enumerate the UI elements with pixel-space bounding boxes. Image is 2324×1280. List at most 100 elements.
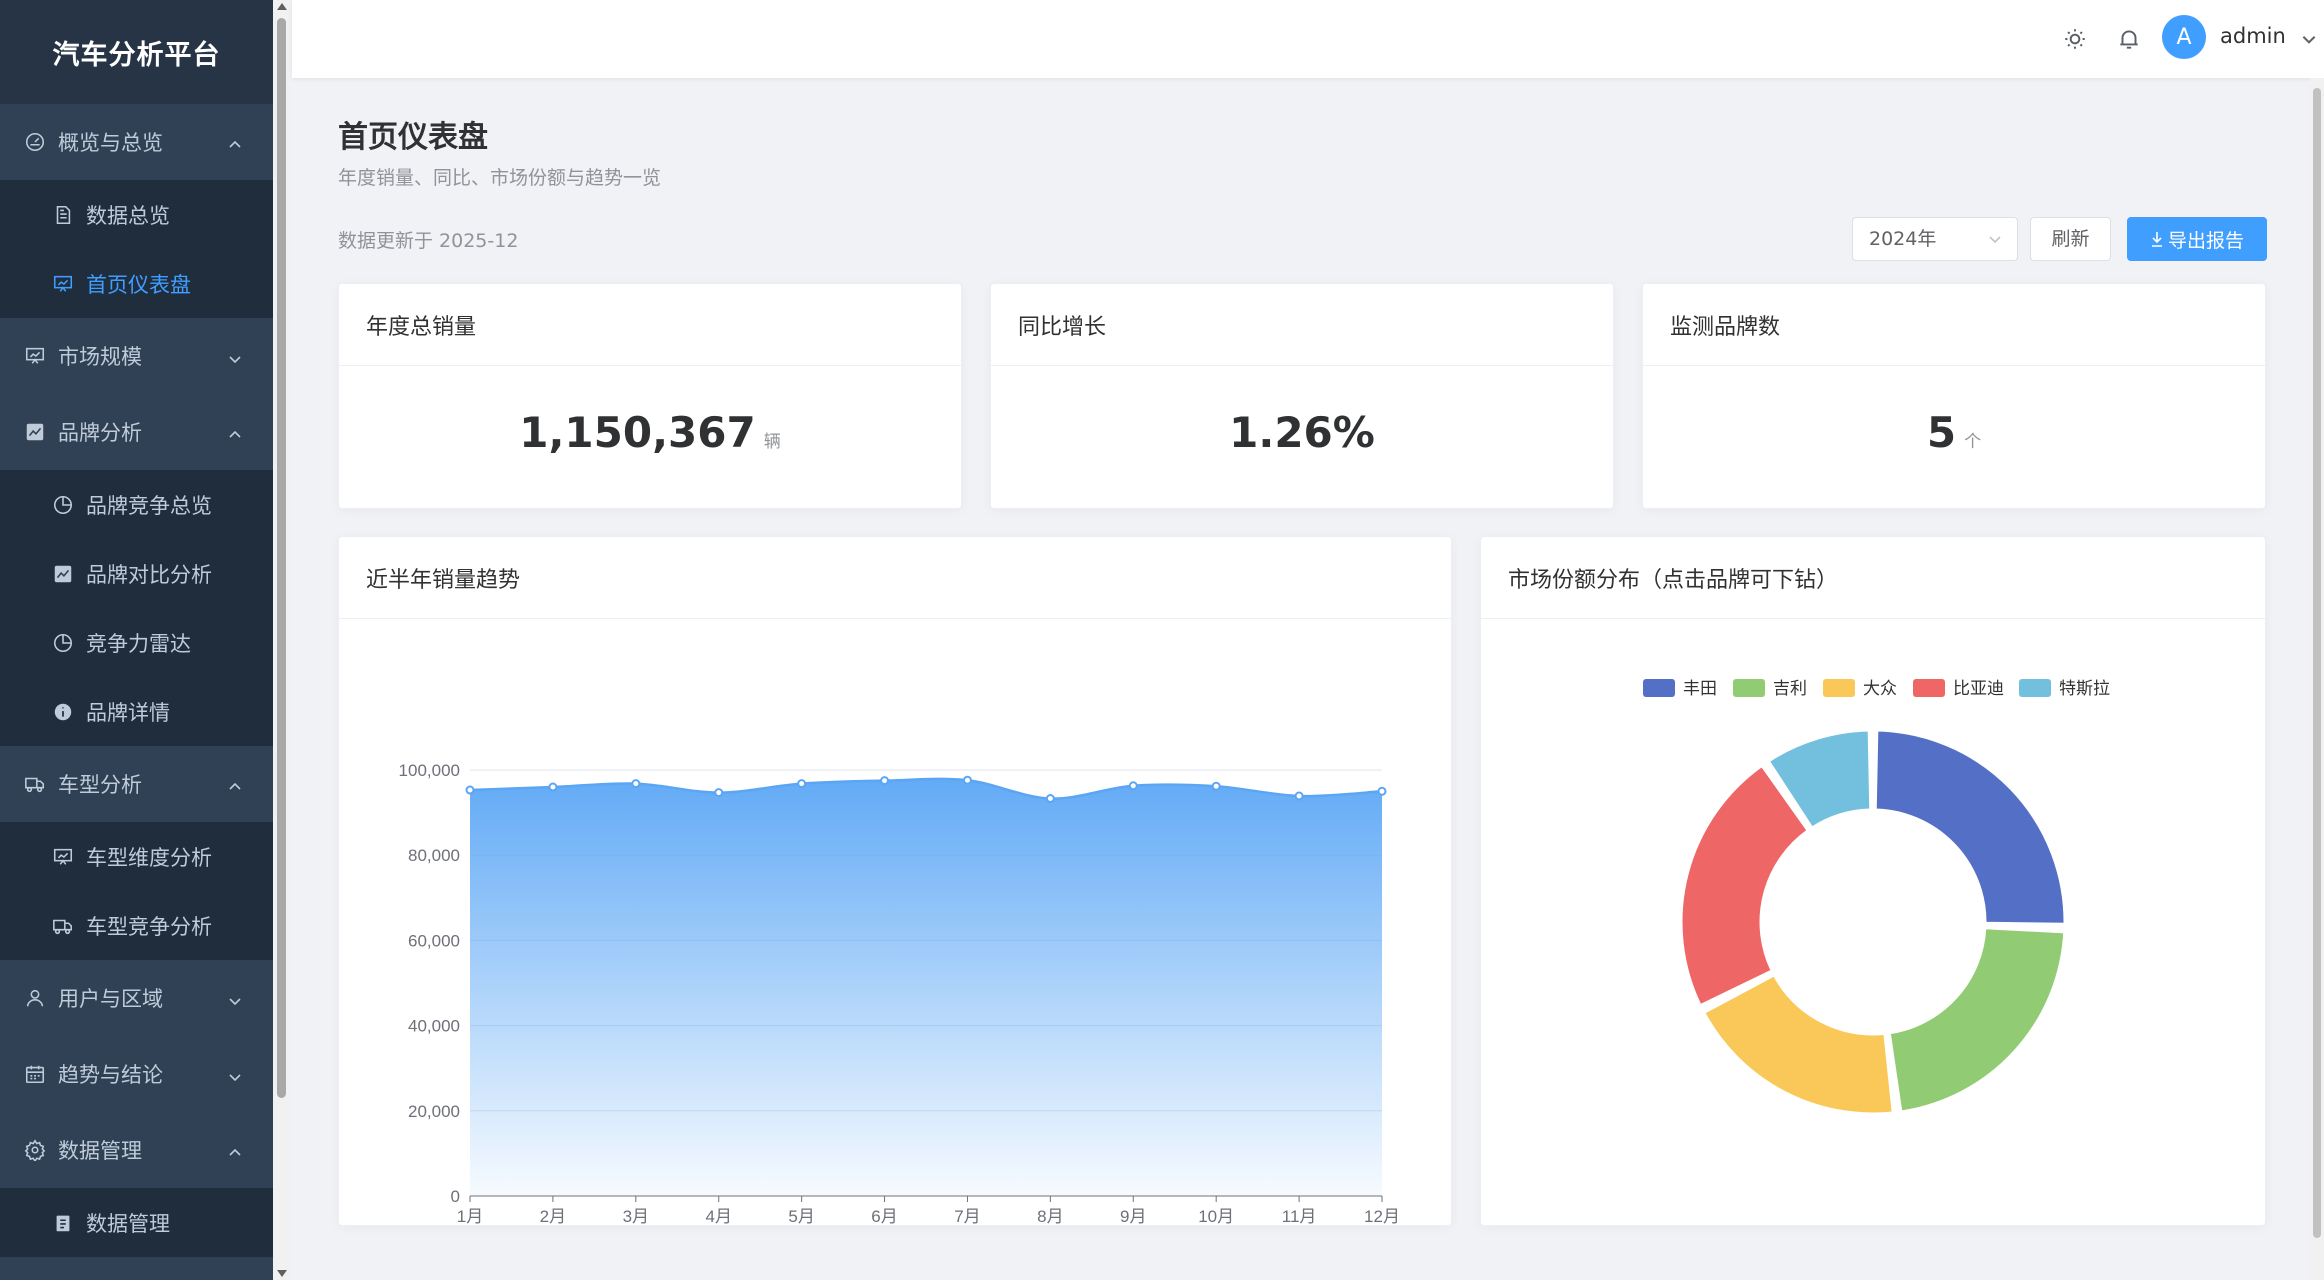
sidebar-scrollbar-thumb[interactable] [277,18,286,1098]
sidebar-item-2[interactable]: 首页仪表盘 [0,249,273,318]
legend-swatch[interactable] [2019,679,2051,697]
gear-icon [24,1139,46,1161]
notification-bell-icon[interactable] [2116,26,2142,52]
data-point[interactable] [714,788,724,798]
main-scrollbar[interactable] [2310,78,2324,1280]
data-point[interactable] [1377,786,1387,796]
pie-slice[interactable] [1702,973,1895,1116]
sidebar-item-14[interactable]: 数据管理 [0,1112,273,1188]
chevron-down-icon [1989,236,2001,244]
data-point[interactable] [1211,781,1221,791]
legend-swatch[interactable] [1643,679,1675,697]
kpi-value: 1.26% [1229,408,1375,457]
main-scrollbar-thumb[interactable] [2313,88,2321,1238]
kpi-value: 1,150,367 [519,408,756,457]
legend-label[interactable]: 丰田 [1683,679,1717,698]
clipboard-icon [52,1212,74,1234]
x-tick-label: 3月 [623,1207,649,1225]
legend-swatch[interactable] [1733,679,1765,697]
data-point[interactable] [465,785,475,795]
sidebar-item-1[interactable]: 数据总览 [0,180,273,249]
top-header: A admin [292,0,2324,78]
sidebar-item-15[interactable]: 数据管理 [0,1188,273,1257]
y-tick-label: 100,000 [399,761,460,780]
chevron-down-icon[interactable] [2300,30,2318,48]
sidebar-item-9[interactable]: 车型分析 [0,746,273,822]
sidebar-item-6[interactable]: 品牌对比分析 [0,539,273,608]
sidebar-item-5[interactable]: 品牌竞争总览 [0,470,273,539]
x-tick-label: 8月 [1037,1207,1063,1225]
sidebar-item-3[interactable]: 市场规模 [0,318,273,394]
sidebar-item-13[interactable]: 趋势与结论 [0,1036,273,1112]
data-point[interactable] [962,775,972,785]
chevron-down-icon [227,348,243,364]
refresh-button[interactable]: 刷新 [2030,217,2111,261]
legend-swatch[interactable] [1823,679,1855,697]
chart-title: 近半年销量趋势 [339,537,1451,619]
legend-label[interactable]: 大众 [1863,679,1897,698]
data-updated-text: 数据更新于 2025-12 [338,230,519,252]
sidebar-item-4[interactable]: 品牌分析 [0,394,273,470]
chevron-down-icon [227,1066,243,1082]
kpi-title: 同比增长 [991,284,1613,366]
user-avatar[interactable]: A [2162,15,2206,59]
sidebar-item-12[interactable]: 用户与区域 [0,960,273,1036]
kpi-card-brand-count: 监测品牌数 5 个 [1642,283,2266,509]
line-chart-icon [24,421,46,443]
market-share-chart: 丰田 吉利 大众 比亚迪 特斯拉 [1643,679,2110,1116]
x-tick-label: 2月 [540,1207,566,1225]
year-select[interactable]: 2024年 [1852,217,2018,261]
legend-label[interactable]: 吉利 [1773,679,1807,698]
theme-sun-icon[interactable] [2062,26,2088,52]
sidebar-item-11[interactable]: 车型竞争分析 [0,891,273,960]
x-tick-label: 7月 [954,1207,980,1225]
export-report-button[interactable]: 导出报告 [2127,217,2267,261]
x-tick-label: 6月 [871,1207,897,1225]
sidebar-item-0[interactable]: 概览与总览 [0,104,273,180]
legend-label[interactable]: 特斯拉 [2059,679,2110,698]
pie-slice[interactable] [1679,763,1810,1008]
data-point[interactable] [880,776,890,786]
data-point[interactable] [631,779,641,789]
kpi-unit: 个 [1964,432,1982,452]
data-point[interactable] [1045,794,1055,804]
calendar-icon [24,1063,46,1085]
sidebar-item-7[interactable]: 竞争力雷达 [0,608,273,677]
sidebar-item-10[interactable]: 车型维度分析 [0,822,273,891]
data-point[interactable] [1294,791,1304,801]
sidebar-item-label: 车型维度分析 [86,845,212,870]
y-tick-label: 0 [451,1187,460,1206]
sidebar-item-label: 首页仪表盘 [86,272,191,297]
document-icon [52,204,74,226]
pie-slice[interactable] [1887,926,2067,1114]
x-tick-label: 12月 [1364,1207,1400,1225]
x-tick-label: 1月 [457,1207,483,1225]
sidebar: 汽车分析平台 概览与总览数据总览首页仪表盘市场规模 品牌分析品牌竞争总览品牌对比分… [0,0,273,1280]
scroll-up-arrow-icon[interactable] [277,3,287,10]
username[interactable]: admin [2220,24,2286,48]
scroll-down-arrow-icon[interactable] [277,1270,287,1277]
kpi-card-yoy-growth: 同比增长 1.26% [990,283,1614,509]
truck-icon [52,915,74,937]
data-point[interactable] [797,779,807,789]
area-fill [470,778,1382,1196]
market-share-card: 市场份额分布（点击品牌可下钻） 丰田 吉利 大众 比亚迪 特斯拉 [1480,536,2266,1226]
sidebar-scrollbar[interactable] [273,0,290,1280]
data-point[interactable] [548,782,558,792]
x-tick-label: 9月 [1120,1207,1146,1225]
y-tick-label: 40,000 [408,1017,460,1036]
legend-label[interactable]: 比亚迪 [1953,679,2004,698]
sidebar-item-8[interactable]: 品牌详情 [0,677,273,746]
legend-swatch[interactable] [1913,679,1945,697]
kpi-unit: 辆 [763,432,781,452]
sidebar-item-label: 品牌竞争总览 [86,493,212,518]
data-point[interactable] [1128,781,1138,791]
page-title: 首页仪表盘 [338,120,488,155]
sidebar-item-label: 数据管理 [86,1211,170,1236]
sidebar-menu: 概览与总览数据总览首页仪表盘市场规模 品牌分析品牌竞争总览品牌对比分析 竞争力雷达品… [0,104,273,1257]
pie-slice[interactable] [1873,728,2067,926]
sidebar-item-label: 概览与总览 [58,131,163,155]
truck-icon [24,773,46,795]
app-brand: 汽车分析平台 [0,0,273,104]
kpi-card-total-sales: 年度总销量 1,150,367 辆 [338,283,962,509]
